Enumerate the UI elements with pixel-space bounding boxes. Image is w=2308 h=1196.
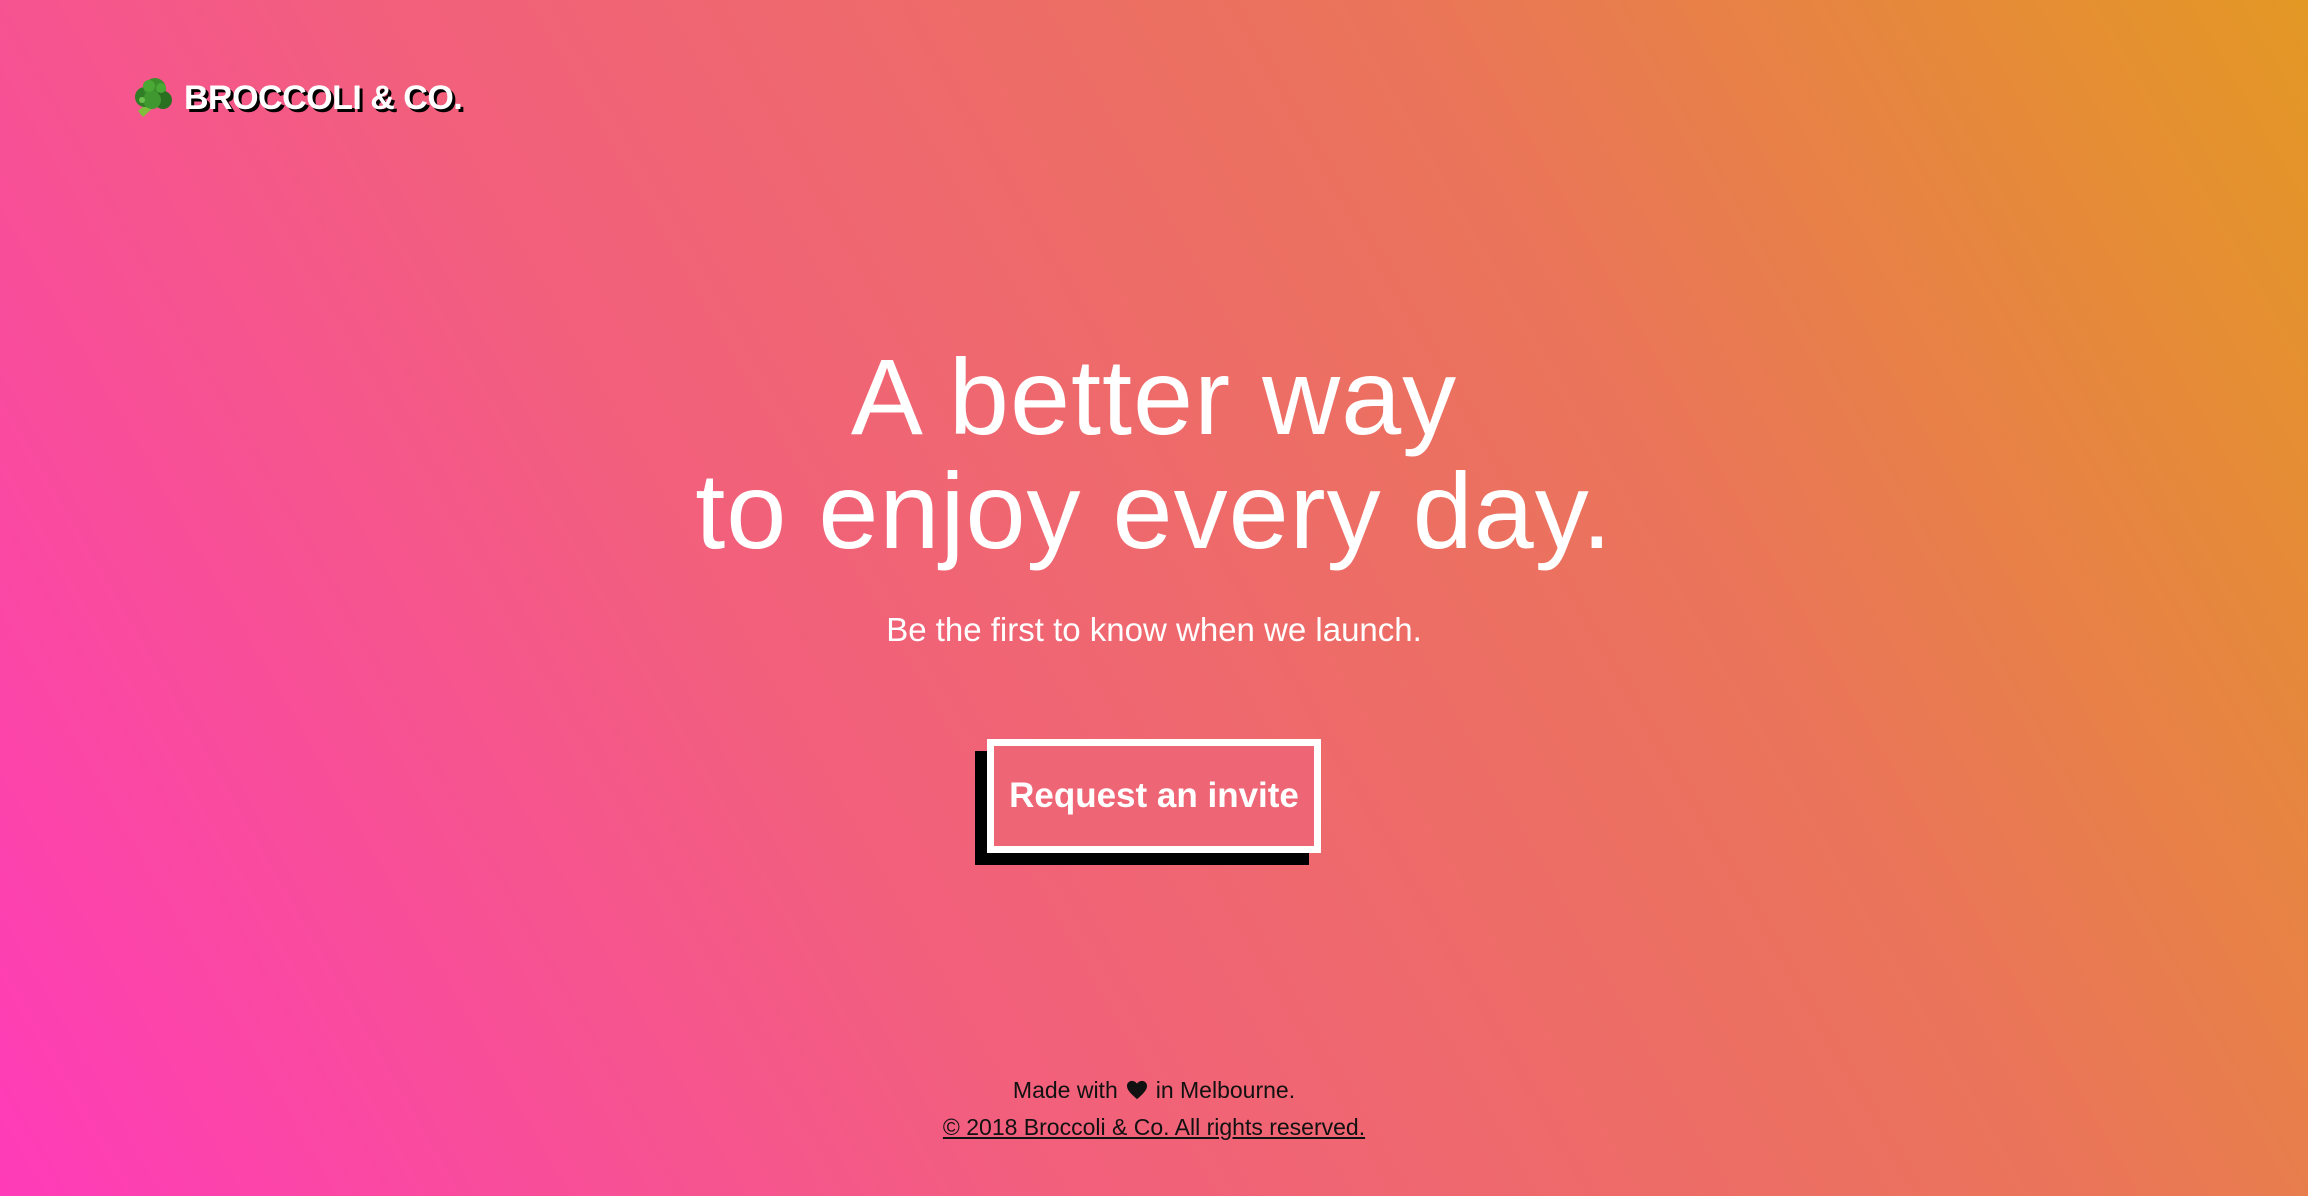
headline-line-2: to enjoy every day. <box>695 450 1613 571</box>
made-with-line: Made with in Melbourne. <box>0 1074 2308 1106</box>
request-invite-button[interactable]: Request an invite <box>987 739 1321 853</box>
hero-subheadline: Be the first to know when we launch. <box>886 611 1422 648</box>
made-with-suffix: in Melbourne. <box>1155 1076 1296 1103</box>
hero-headline: A better way to enjoy every day. <box>0 340 2308 568</box>
request-invite-container: Request an invite <box>975 739 1321 865</box>
headline-line-1: A better way <box>850 336 1458 457</box>
heart-icon <box>1126 1080 1147 1100</box>
brand-name: BROCCOLI & CO. <box>184 78 463 117</box>
made-with-prefix: Made with <box>1012 1076 1118 1103</box>
copyright-link[interactable]: © 2018 Broccoli & Co. All rights reserve… <box>943 1114 1365 1141</box>
hero-section: A better way to enjoy every day. Be the … <box>0 340 2308 650</box>
broccoli-icon <box>135 78 172 117</box>
site-footer: Made with in Melbourne. © 2018 Broccoli … <box>0 1074 2308 1141</box>
brand-logo[interactable]: BROCCOLI & CO. <box>128 74 463 122</box>
